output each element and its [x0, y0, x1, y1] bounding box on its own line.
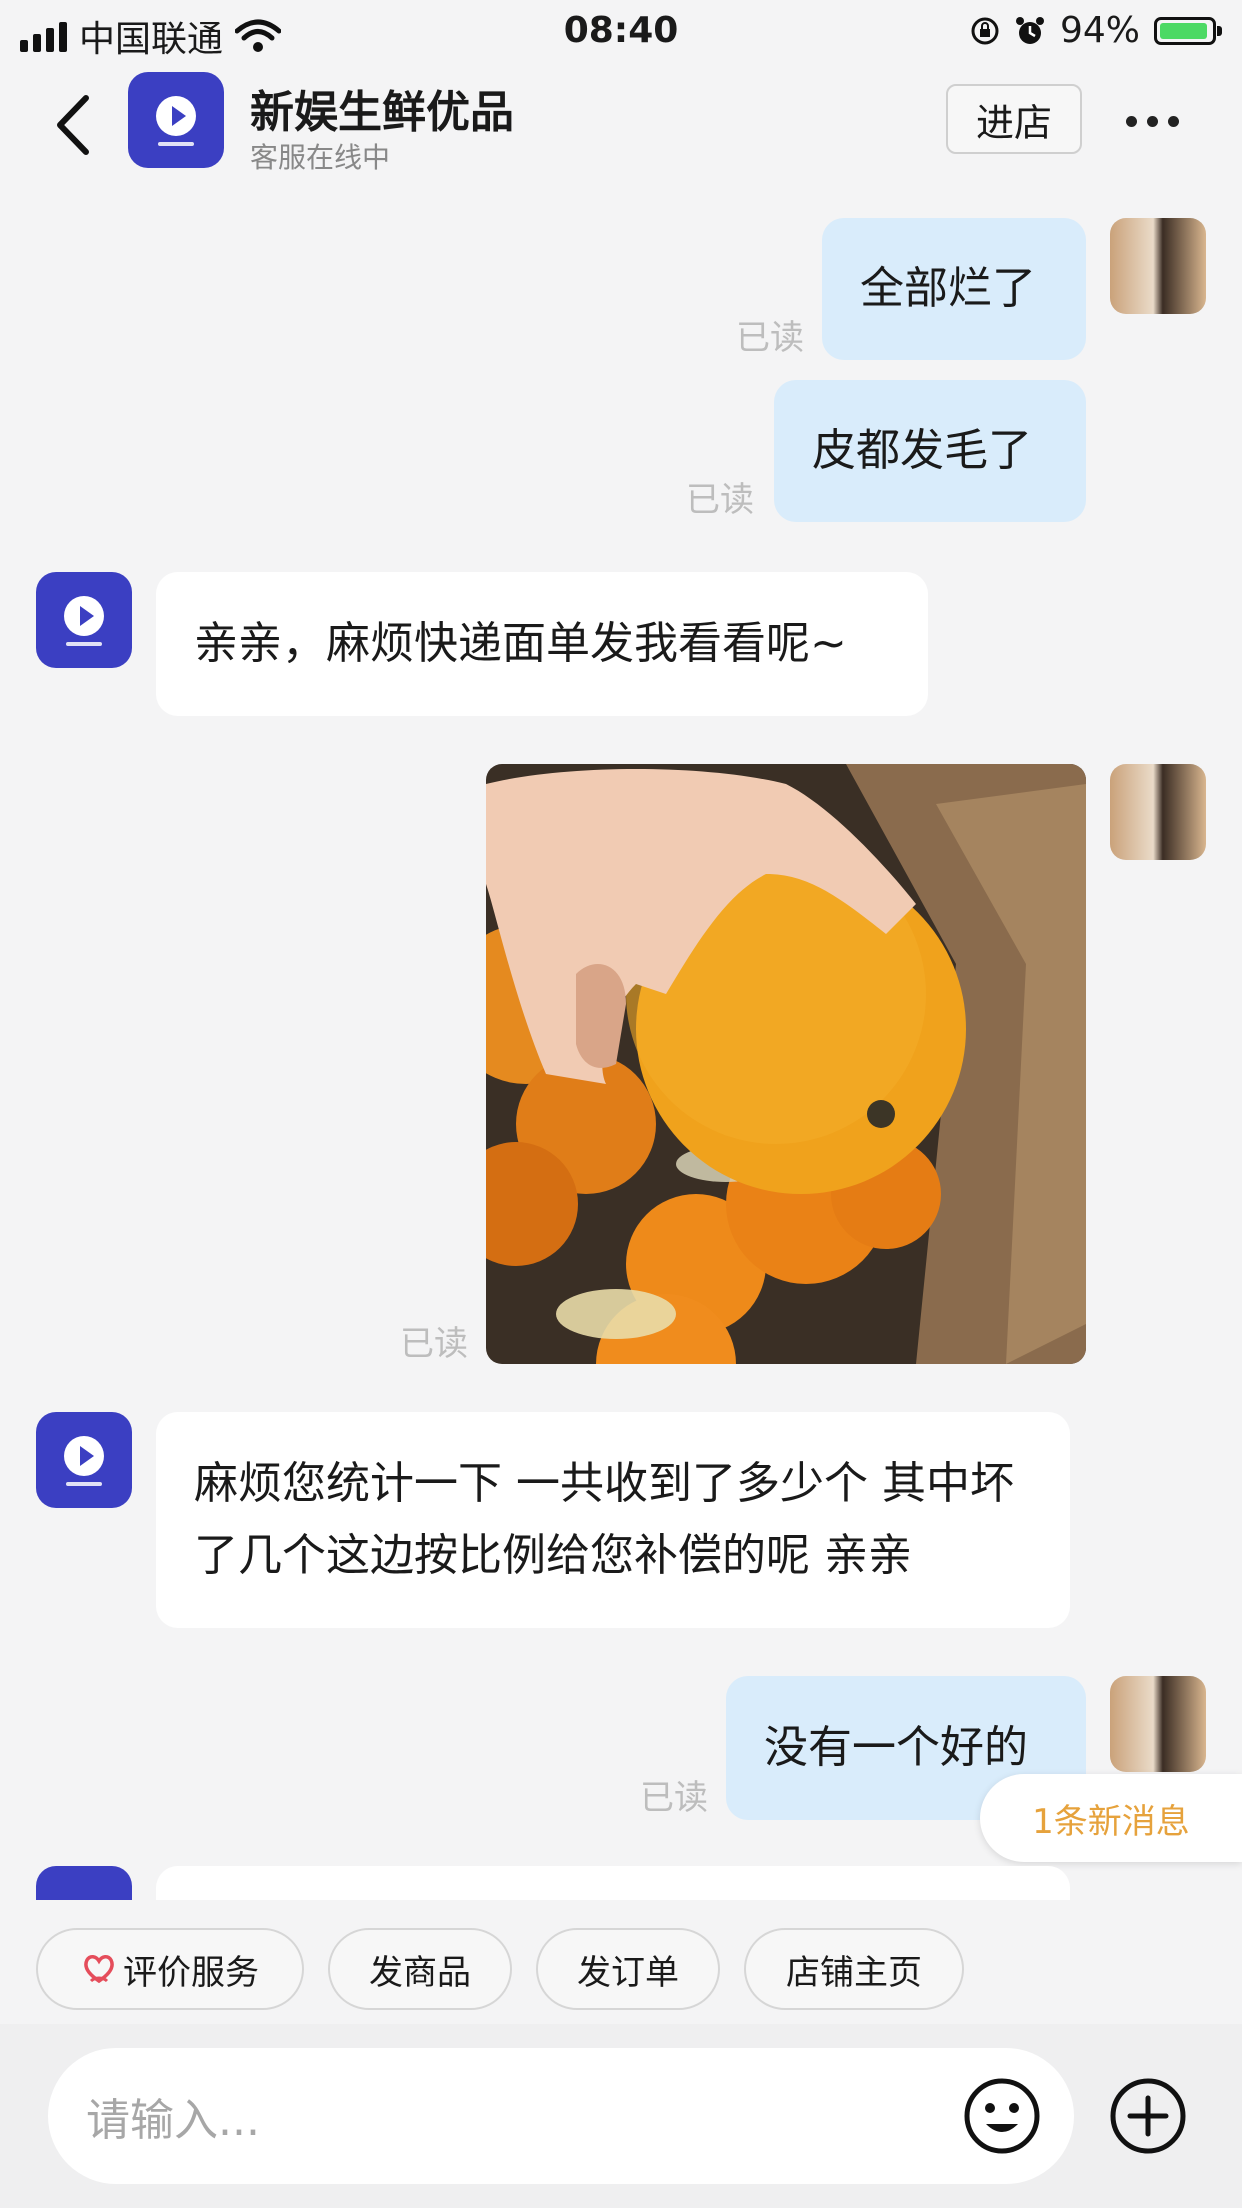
shop-avatar[interactable] [36, 1866, 132, 1900]
chat-header: 新娱生鲜优品 客服在线中 进店 [0, 62, 1242, 192]
service-status: 客服在线中 [250, 141, 391, 174]
play-logo-icon [156, 96, 196, 146]
alarm-icon [1015, 16, 1044, 44]
message-bubble-received[interactable]: 亲亲，麻烦快递面单发我看看呢~ [156, 572, 928, 716]
battery-fill [1160, 22, 1207, 39]
sent-photo-moldy-oranges[interactable] [486, 764, 1086, 1364]
send-product-button[interactable]: 发商品 [328, 1928, 512, 2010]
quick-action-bar: 评价服务 发商品 发订单 店铺主页 [0, 1900, 1242, 2024]
message-input[interactable]: 请输入... [48, 2048, 1074, 2184]
user-avatar[interactable] [1110, 1676, 1206, 1772]
shop-logo[interactable] [128, 72, 224, 168]
play-logo-icon [64, 1436, 104, 1486]
plus-icon[interactable] [1108, 2076, 1188, 2156]
heart-hand-icon [84, 1955, 114, 1984]
input-bar: 请输入... [0, 2024, 1242, 2208]
message-list[interactable]: 全部烂了 已读 皮都发毛了 已读 亲亲，麻烦快递面单发我看看呢~ 已读 麻烦您统… [0, 192, 1242, 1900]
read-receipt: 已读 [736, 318, 804, 358]
back-icon[interactable] [46, 90, 106, 160]
send-order-button[interactable]: 发订单 [536, 1928, 720, 2010]
message-bubble-received[interactable]: 麻烦您统计一下 一共收到了多少个 其中坏了几个这边按比例给您补偿的呢 亲亲 [156, 1412, 1070, 1628]
rate-service-label: 评价服务 [123, 1952, 259, 1993]
oranges-image [486, 764, 1086, 1364]
user-avatar[interactable] [1110, 764, 1206, 860]
status-bar: 中国联通 08:40 94% [0, 0, 1242, 62]
read-receipt: 已读 [640, 1778, 708, 1818]
shop-avatar[interactable] [36, 1412, 132, 1508]
new-message-badge[interactable]: 1条新消息 [980, 1774, 1242, 1862]
enter-store-button[interactable]: 进店 [946, 84, 1082, 154]
battery-percent: 94% [1059, 10, 1140, 51]
message-bubble-received[interactable] [156, 1866, 1070, 1900]
rate-service-button[interactable]: 评价服务 [36, 1928, 304, 2010]
battery-icon [1154, 16, 1222, 45]
read-receipt: 已读 [400, 1324, 468, 1364]
orientation-lock-icon [971, 17, 999, 44]
shop-name: 新娱生鲜优品 [250, 87, 514, 138]
read-receipt: 已读 [686, 480, 754, 520]
message-bubble-sent[interactable]: 全部烂了 [822, 218, 1086, 360]
more-options-icon[interactable] [1126, 106, 1186, 136]
play-logo-icon [64, 596, 104, 646]
emoji-icon[interactable] [962, 2076, 1042, 2156]
store-home-button[interactable]: 店铺主页 [744, 1928, 964, 2010]
shop-avatar[interactable] [36, 572, 132, 668]
user-avatar[interactable] [1110, 218, 1206, 314]
message-bubble-sent[interactable]: 皮都发毛了 [774, 380, 1086, 522]
